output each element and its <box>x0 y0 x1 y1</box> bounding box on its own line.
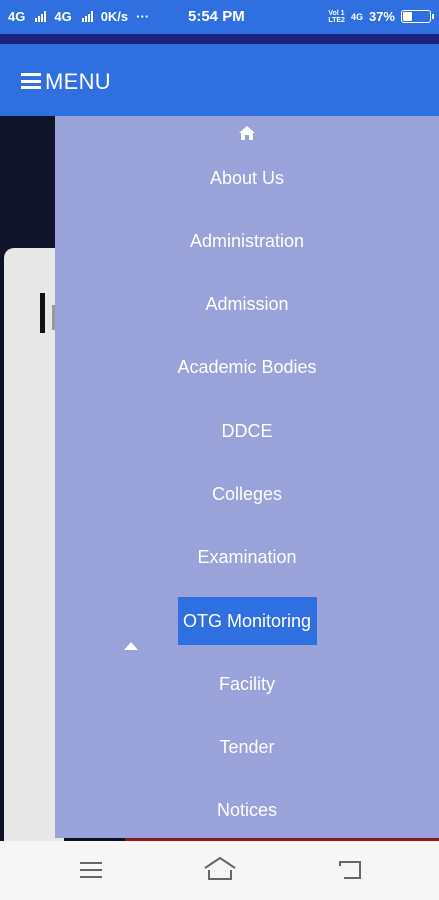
network-speed: 0K/s <box>100 9 129 24</box>
drawer-item-examination[interactable]: Examination <box>55 546 439 568</box>
drawer-item-about-us[interactable]: About Us <box>55 167 439 189</box>
drawer-item-tender[interactable]: Tender <box>55 736 439 758</box>
caret-up-icon[interactable] <box>124 642 138 650</box>
drawer-item-notices[interactable]: Notices <box>55 799 439 821</box>
volte-indicator: Vol 1 LTE2 <box>328 10 345 24</box>
network-type-2: 4G <box>54 9 72 24</box>
drawer-item-administration[interactable]: Administration <box>55 230 439 252</box>
battery-icon <box>401 10 434 23</box>
status-bar: 4G 4G 0K/s ··· 5:54 PM Vol 1 LTE2 4G 37% <box>0 0 439 34</box>
status-left: 4G 4G 0K/s ··· <box>8 9 149 24</box>
menu-button[interactable]: MENU <box>45 69 111 95</box>
drawer-item-admission[interactable]: Admission <box>55 293 439 315</box>
drawer-item-otg-monitoring[interactable]: OTG Monitoring <box>55 610 439 632</box>
network-type-1: 4G <box>8 9 26 24</box>
network-type-3: 4G <box>350 11 363 22</box>
clock: 5:54 PM <box>188 8 245 25</box>
more-notifications-icon: ··· <box>136 9 150 24</box>
home-outline-icon[interactable] <box>203 856 237 882</box>
drawer-item-facility[interactable]: Facility <box>55 673 439 695</box>
status-right: Vol 1 LTE2 4G 37% <box>328 9 434 24</box>
drawer-item-ddce[interactable]: DDCE <box>55 420 439 442</box>
volte-bottom: LTE2 <box>328 16 345 24</box>
signal-icon <box>81 11 93 22</box>
status-divider <box>0 34 439 44</box>
back-icon[interactable] <box>336 858 364 880</box>
volte-top: Vol 1 <box>328 9 345 17</box>
background-banner <box>0 116 60 256</box>
drawer-item-colleges[interactable]: Colleges <box>55 483 439 505</box>
background-text-cursor <box>40 293 45 333</box>
signal-icon <box>35 11 47 22</box>
menu-icon[interactable] <box>80 862 102 883</box>
battery-percent: 37% <box>368 9 395 24</box>
battery-fill <box>403 12 412 21</box>
hamburger-icon[interactable] <box>21 73 41 89</box>
home-icon[interactable] <box>238 125 256 141</box>
drawer-item-academic-bodies[interactable]: Academic Bodies <box>55 356 439 378</box>
navigation-drawer <box>55 116 439 838</box>
